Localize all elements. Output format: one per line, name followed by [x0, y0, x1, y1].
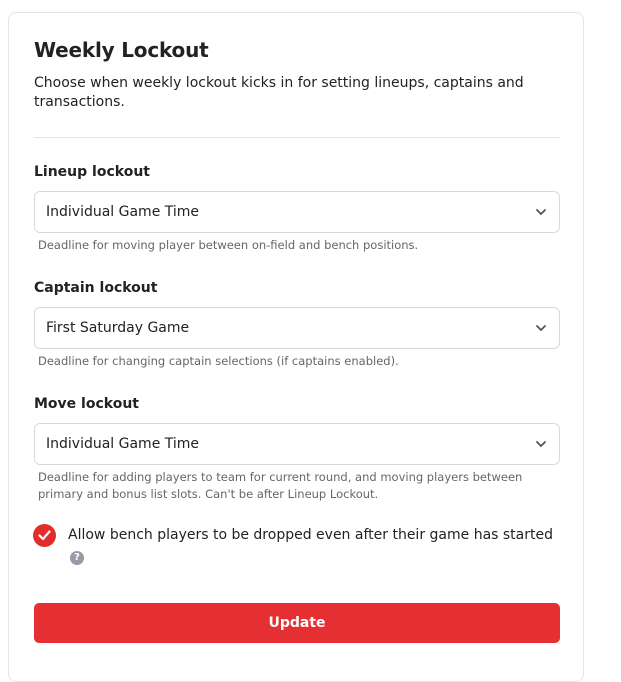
update-button[interactable]: Update	[34, 603, 560, 643]
captain-lockout-value: First Saturday Game	[46, 320, 190, 336]
bench-drop-checkbox[interactable]	[33, 524, 56, 547]
bench-drop-option: Allow bench players to be dropped even a…	[33, 524, 563, 574]
chevron-down-icon	[536, 209, 546, 215]
card-description: Choose when weekly lockout kicks in for …	[34, 75, 524, 110]
move-lockout-help: Deadline for adding players to team for …	[38, 470, 523, 501]
card-title: Weekly Lockout	[34, 38, 209, 62]
captain-lockout-label: Captain lockout	[34, 280, 158, 296]
move-lockout-label: Move lockout	[34, 396, 139, 412]
lineup-lockout-help: Deadline for moving player between on-fi…	[38, 238, 419, 252]
question-circle-icon[interactable]: ?	[70, 551, 84, 565]
chevron-down-icon	[536, 441, 546, 447]
lineup-lockout-select[interactable]: Individual Game Time	[34, 191, 560, 233]
lineup-lockout-label: Lineup lockout	[34, 164, 150, 180]
bench-drop-label[interactable]: Allow bench players to be dropped even a…	[68, 527, 553, 543]
checkmark-icon	[38, 530, 51, 541]
captain-lockout-help: Deadline for changing captain selections…	[38, 354, 399, 368]
divider	[34, 137, 560, 138]
weekly-lockout-card: Weekly Lockout Choose when weekly lockou…	[8, 12, 584, 682]
move-lockout-value: Individual Game Time	[46, 436, 200, 452]
chevron-down-icon	[536, 325, 546, 331]
move-lockout-select[interactable]: Individual Game Time	[34, 423, 560, 465]
lineup-lockout-value: Individual Game Time	[46, 204, 200, 220]
captain-lockout-select[interactable]: First Saturday Game	[34, 307, 560, 349]
